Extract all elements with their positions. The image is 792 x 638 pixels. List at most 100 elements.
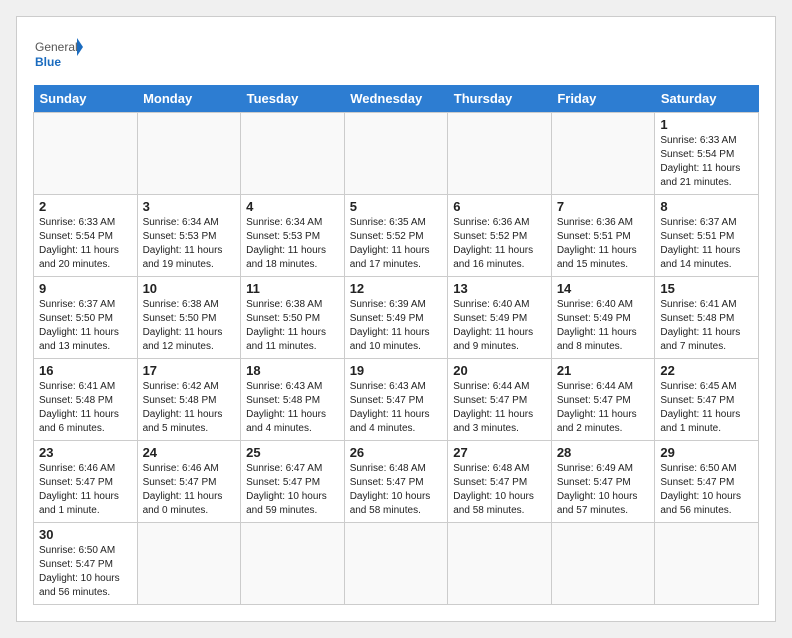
calendar-day-cell: 18 Sunrise: 6:43 AM Sunset: 5:48 PM Dayli… [241, 359, 345, 441]
calendar-day-cell: 7 Sunrise: 6:36 AM Sunset: 5:51 PM Daylig… [551, 195, 655, 277]
day-number: 3 [143, 199, 236, 214]
calendar-week-row: 2Sunrise: 6:33 AM Sunset: 5:54 PM Daylig… [34, 195, 759, 277]
calendar-day-cell: 2Sunrise: 6:33 AM Sunset: 5:54 PM Daylig… [34, 195, 138, 277]
calendar-day-cell: 6 Sunrise: 6:36 AM Sunset: 5:52 PM Daylig… [448, 195, 552, 277]
calendar-day-cell: 21Sunrise: 6:44 AM Sunset: 5:47 PM Dayli… [551, 359, 655, 441]
day-number: 25 [246, 445, 339, 460]
day-number: 15 [660, 281, 753, 296]
day-number: 6 [453, 199, 546, 214]
day-info: Sunrise: 6:37 AM Sunset: 5:50 PM Dayligh… [39, 298, 132, 354]
day-number: 8 [660, 199, 753, 214]
day-info: Sunrise: 6:44 AM Sunset: 5:47 PM Dayligh… [557, 380, 650, 436]
day-info: Sunrise: 6:47 AM Sunset: 5:47 PM Dayligh… [246, 462, 339, 518]
day-number: 13 [453, 281, 546, 296]
day-number: 2 [39, 199, 132, 214]
calendar-day-cell: 24 Sunrise: 6:46 AM Sunset: 5:47 PM Dayli… [137, 441, 241, 523]
day-number: 24 [143, 445, 236, 460]
day-info: Sunrise: 6:38 AM Sunset: 5:50 PM Dayligh… [246, 298, 339, 354]
svg-text:General: General [35, 40, 78, 54]
calendar-week-row: 9Sunrise: 6:37 AM Sunset: 5:50 PM Daylig… [34, 277, 759, 359]
calendar-day-cell [241, 523, 345, 605]
day-info: Sunrise: 6:36 AM Sunset: 5:51 PM Dayligh… [557, 216, 650, 272]
day-info: Sunrise: 6:46 AM Sunset: 5:47 PM Dayligh… [143, 462, 236, 518]
calendar-body: 1 Sunrise: 6:33 AM Sunset: 5:54 PM Daylig… [34, 113, 759, 605]
calendar-day-cell: 29 Sunrise: 6:50 AM Sunset: 5:47 PM Dayli… [655, 441, 759, 523]
day-number: 14 [557, 281, 650, 296]
day-info: Sunrise: 6:46 AM Sunset: 5:47 PM Dayligh… [39, 462, 132, 518]
calendar-day-cell [551, 523, 655, 605]
day-number: 18 [246, 363, 339, 378]
calendar-day-cell [551, 113, 655, 195]
day-number: 16 [39, 363, 132, 378]
weekday-header-cell: Monday [137, 85, 241, 113]
calendar-day-cell: 12 Sunrise: 6:39 AM Sunset: 5:49 PM Dayli… [344, 277, 448, 359]
calendar-day-cell: 11Sunrise: 6:38 AM Sunset: 5:50 PM Dayli… [241, 277, 345, 359]
weekday-header-cell: Saturday [655, 85, 759, 113]
day-info: Sunrise: 6:39 AM Sunset: 5:49 PM Dayligh… [350, 298, 443, 354]
weekday-header-cell: Sunday [34, 85, 138, 113]
day-info: Sunrise: 6:40 AM Sunset: 5:49 PM Dayligh… [557, 298, 650, 354]
calendar-day-cell: 26 Sunrise: 6:48 AM Sunset: 5:47 PM Dayli… [344, 441, 448, 523]
day-info: Sunrise: 6:49 AM Sunset: 5:47 PM Dayligh… [557, 462, 650, 518]
day-info: Sunrise: 6:41 AM Sunset: 5:48 PM Dayligh… [39, 380, 132, 436]
day-number: 5 [350, 199, 443, 214]
calendar-day-cell: 13 Sunrise: 6:40 AM Sunset: 5:49 PM Dayli… [448, 277, 552, 359]
calendar-day-cell: 27 Sunrise: 6:48 AM Sunset: 5:47 PM Dayli… [448, 441, 552, 523]
calendar-day-cell [344, 113, 448, 195]
day-info: Sunrise: 6:48 AM Sunset: 5:47 PM Dayligh… [453, 462, 546, 518]
day-info: Sunrise: 6:40 AM Sunset: 5:49 PM Dayligh… [453, 298, 546, 354]
day-number: 1 [660, 117, 753, 132]
calendar-day-cell: 3 Sunrise: 6:34 AM Sunset: 5:53 PM Daylig… [137, 195, 241, 277]
day-info: Sunrise: 6:50 AM Sunset: 5:47 PM Dayligh… [39, 544, 132, 600]
calendar-day-cell: 30 Sunrise: 6:50 AM Sunset: 5:47 PM Dayli… [34, 523, 138, 605]
day-number: 10 [143, 281, 236, 296]
day-info: Sunrise: 6:50 AM Sunset: 5:47 PM Dayligh… [660, 462, 753, 518]
calendar-day-cell: 22 Sunrise: 6:45 AM Sunset: 5:47 PM Dayli… [655, 359, 759, 441]
day-number: 29 [660, 445, 753, 460]
day-info: Sunrise: 6:48 AM Sunset: 5:47 PM Dayligh… [350, 462, 443, 518]
day-number: 22 [660, 363, 753, 378]
calendar-day-cell: 25 Sunrise: 6:47 AM Sunset: 5:47 PM Dayli… [241, 441, 345, 523]
day-info: Sunrise: 6:37 AM Sunset: 5:51 PM Dayligh… [660, 216, 753, 272]
calendar-day-cell [137, 113, 241, 195]
weekday-header-cell: Wednesday [344, 85, 448, 113]
calendar-day-cell: 1 Sunrise: 6:33 AM Sunset: 5:54 PM Daylig… [655, 113, 759, 195]
calendar-day-cell [137, 523, 241, 605]
calendar-day-cell [34, 113, 138, 195]
calendar-day-cell [241, 113, 345, 195]
day-info: Sunrise: 6:43 AM Sunset: 5:48 PM Dayligh… [246, 380, 339, 436]
day-number: 28 [557, 445, 650, 460]
day-info: Sunrise: 6:36 AM Sunset: 5:52 PM Dayligh… [453, 216, 546, 272]
calendar-week-row: 30 Sunrise: 6:50 AM Sunset: 5:47 PM Dayli… [34, 523, 759, 605]
day-info: Sunrise: 6:34 AM Sunset: 5:53 PM Dayligh… [143, 216, 236, 272]
calendar-day-cell [448, 113, 552, 195]
day-number: 4 [246, 199, 339, 214]
calendar-day-cell: 4 Sunrise: 6:34 AM Sunset: 5:53 PM Daylig… [241, 195, 345, 277]
calendar-week-row: 23 Sunrise: 6:46 AM Sunset: 5:47 PM Dayli… [34, 441, 759, 523]
day-number: 19 [350, 363, 443, 378]
day-number: 27 [453, 445, 546, 460]
calendar-day-cell: 20Sunrise: 6:44 AM Sunset: 5:47 PM Dayli… [448, 359, 552, 441]
calendar-day-cell: 16 Sunrise: 6:41 AM Sunset: 5:48 PM Dayli… [34, 359, 138, 441]
day-number: 23 [39, 445, 132, 460]
day-number: 30 [39, 527, 132, 542]
calendar-container: General Blue SundayMondayTuesdayWednesda… [16, 16, 776, 622]
calendar-day-cell: 15 Sunrise: 6:41 AM Sunset: 5:48 PM Dayli… [655, 277, 759, 359]
logo: General Blue [33, 33, 83, 73]
calendar-day-cell: 17 Sunrise: 6:42 AM Sunset: 5:48 PM Dayli… [137, 359, 241, 441]
day-info: Sunrise: 6:33 AM Sunset: 5:54 PM Dayligh… [660, 134, 753, 190]
calendar-day-cell: 23 Sunrise: 6:46 AM Sunset: 5:47 PM Dayli… [34, 441, 138, 523]
day-info: Sunrise: 6:41 AM Sunset: 5:48 PM Dayligh… [660, 298, 753, 354]
day-number: 17 [143, 363, 236, 378]
day-info: Sunrise: 6:45 AM Sunset: 5:47 PM Dayligh… [660, 380, 753, 436]
day-info: Sunrise: 6:35 AM Sunset: 5:52 PM Dayligh… [350, 216, 443, 272]
day-info: Sunrise: 6:34 AM Sunset: 5:53 PM Dayligh… [246, 216, 339, 272]
calendar-day-cell: 14 Sunrise: 6:40 AM Sunset: 5:49 PM Dayli… [551, 277, 655, 359]
day-number: 7 [557, 199, 650, 214]
day-number: 12 [350, 281, 443, 296]
day-number: 26 [350, 445, 443, 460]
day-info: Sunrise: 6:42 AM Sunset: 5:48 PM Dayligh… [143, 380, 236, 436]
calendar-week-row: 1 Sunrise: 6:33 AM Sunset: 5:54 PM Daylig… [34, 113, 759, 195]
calendar-week-row: 16 Sunrise: 6:41 AM Sunset: 5:48 PM Dayli… [34, 359, 759, 441]
weekday-header-cell: Thursday [448, 85, 552, 113]
